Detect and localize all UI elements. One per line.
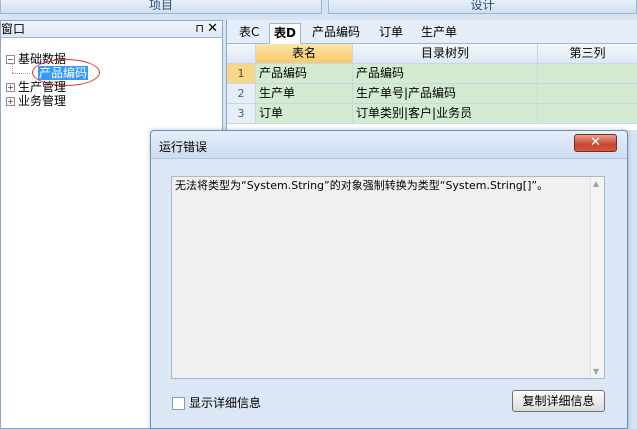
table-cell[interactable]: 生产单 [256,84,353,104]
panel-header: 窗口 ⊓ ✕ [1,21,222,38]
table-cell[interactable]: 生产单号|产品编码 [353,84,538,104]
column-header[interactable]: 目录树列 [353,44,538,64]
table-cell[interactable] [538,64,637,84]
close-button[interactable]: ✕ [574,134,617,152]
table-cell[interactable]: 产品编码 [256,64,353,84]
error-message-box[interactable]: 无法将类型为“System.String”的对象强制转换为类型“System.S… [171,176,605,379]
scroll-down-icon[interactable]: ▼ [593,367,599,376]
table-cell[interactable] [538,104,637,124]
show-details-label[interactable]: 显示详细信息 [189,396,261,410]
document-area: 表C 表D 产品编码 订单 生产单 表名 目录树列 第三列 1 产品编码 产品编… [226,20,637,130]
table-cell[interactable]: 订单 [256,104,353,124]
tree-node-label: 业务管理 [18,94,67,108]
expand-icon[interactable]: + [6,97,15,106]
row-number[interactable]: 1 [227,64,256,84]
table-cell[interactable]: 产品编码 [353,64,538,84]
expand-icon[interactable]: + [6,83,15,92]
table-row[interactable]: 3 订单 订单类别|客户|业务员 [227,104,637,124]
tab-design[interactable]: 设计 [328,0,637,14]
show-details-option[interactable]: 显示详细信息 [172,395,261,411]
copy-details-button[interactable]: 复制详细信息 [512,390,605,412]
tab-product-code[interactable]: 产品编码 [308,23,364,44]
grid-header-row: 表名 目录树列 第三列 [227,44,637,64]
close-icon[interactable]: ✕ [207,21,218,36]
tab-production-order[interactable]: 生产单 [417,23,461,44]
table-row[interactable]: 2 生产单 生产单号|产品编码 [227,84,637,104]
table-row[interactable]: 1 产品编码 产品编码 [227,64,637,84]
document-tabs: 表C 表D 产品编码 订单 生产单 [227,20,637,44]
row-number[interactable]: 3 [227,104,256,124]
error-dialog: 运行错误 ✕ 无法将类型为“System.String”的对象强制转换为类型“S… [150,130,628,429]
pin-icon[interactable]: ⊓ [195,22,204,36]
collapse-icon[interactable]: − [6,55,15,64]
dialog-title: 运行错误 [159,140,208,154]
data-grid: 表名 目录树列 第三列 1 产品编码 产品编码 2 生产单 生产单号|产品编码 … [227,44,637,124]
column-header[interactable]: 表名 [256,44,353,64]
panel-title: 窗口 [1,22,26,36]
error-message-text: 无法将类型为“System.String”的对象强制转换为类型“System.S… [175,179,549,192]
tab-table-c[interactable]: 表C [235,23,263,44]
column-header[interactable]: 第三列 [538,44,637,64]
dialog-title-bar[interactable]: 运行错误 ✕ [151,131,627,159]
row-number[interactable]: 2 [227,84,256,104]
vertical-scrollbar[interactable]: ▲ ▼ [590,177,604,378]
show-details-checkbox[interactable] [172,397,185,410]
scroll-up-icon[interactable]: ▲ [593,179,599,188]
highlight-ellipse [32,59,100,86]
close-icon: ✕ [590,135,601,150]
tab-order[interactable]: 订单 [375,23,407,44]
table-cell[interactable]: 订单类别|客户|业务员 [353,104,538,124]
tab-project[interactable]: 项目 [0,0,322,14]
tab-table-d[interactable]: 表D [269,23,301,44]
corner-cell[interactable] [227,44,256,64]
tree-node-business[interactable]: + 业务管理 [6,94,66,108]
table-cell[interactable] [538,84,637,104]
